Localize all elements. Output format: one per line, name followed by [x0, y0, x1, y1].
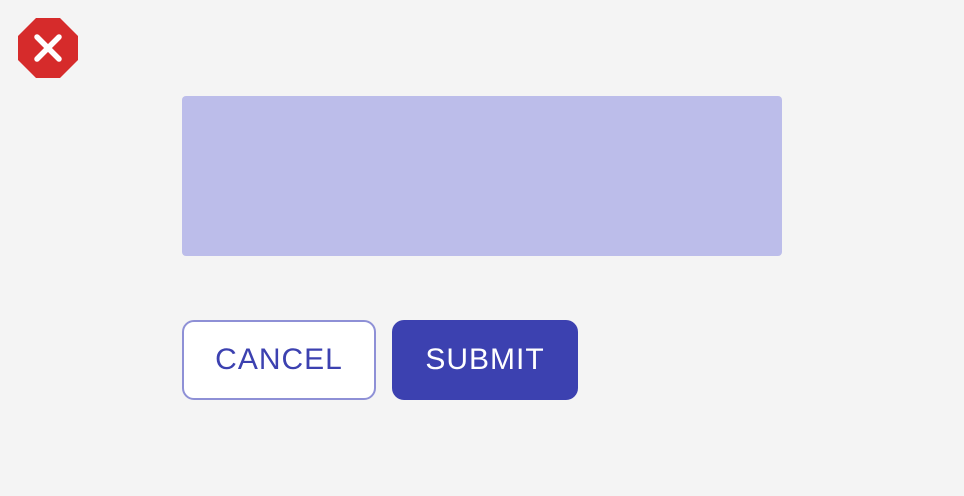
- action-bar: CANCEL SUBMIT: [182, 320, 578, 400]
- content-panel: [182, 96, 782, 256]
- submit-button[interactable]: SUBMIT: [392, 320, 578, 400]
- cancel-button[interactable]: CANCEL: [182, 320, 376, 400]
- close-icon[interactable]: [18, 18, 78, 78]
